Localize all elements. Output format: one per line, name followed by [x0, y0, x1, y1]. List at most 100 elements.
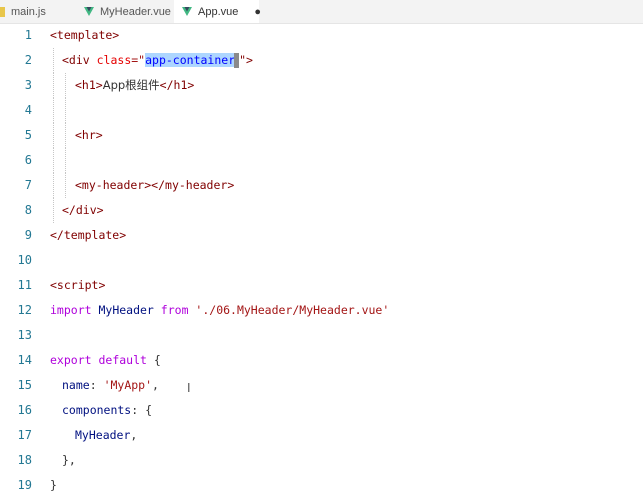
- code-line: 4: [0, 98, 643, 123]
- code-token: App根组件: [102, 78, 160, 92]
- tab-label: MyHeader.vue: [100, 5, 171, 18]
- code-token: <my-header>: [75, 178, 152, 192]
- line-number: 9: [24, 228, 32, 242]
- tab-app-vue[interactable]: App.vue ●: [174, 0, 261, 23]
- code-text: </div>: [62, 198, 104, 223]
- code-text: <template>: [50, 23, 119, 48]
- line-number: 4: [24, 103, 32, 117]
- indent-guide: [53, 123, 54, 148]
- code-token: =": [131, 53, 146, 67]
- code-text: </template>: [50, 223, 126, 248]
- code-token: },: [62, 453, 76, 467]
- code-text: <my-header></my-header>: [75, 173, 234, 198]
- line-number: 1: [24, 28, 32, 42]
- code-token: export: [50, 353, 92, 367]
- code-token: <div: [62, 53, 97, 67]
- code-text: <div class="app-container ">: [62, 48, 253, 73]
- code-token: class: [96, 53, 132, 67]
- mouse-ibeam-cursor-icon: I: [187, 381, 191, 395]
- code-line: 3 <h1>App根组件</h1>: [0, 73, 643, 98]
- line-number: 7: [24, 178, 32, 192]
- code-token: <script>: [50, 278, 106, 292]
- indent-guide: [53, 98, 54, 123]
- code-line: 5 <hr>: [0, 123, 643, 148]
- code-token: </my-header>: [151, 178, 235, 192]
- tab-label: App.vue: [198, 5, 239, 18]
- code-token: }: [50, 478, 57, 492]
- indent-guide: [65, 98, 66, 123]
- indent-guide: [65, 148, 66, 173]
- code-token: from: [160, 303, 189, 317]
- code-token: <hr>: [75, 128, 103, 142]
- line-number: 19: [17, 478, 32, 492]
- js-file-icon: [0, 6, 5, 17]
- line-number: 17: [17, 428, 32, 442]
- code-line: 18 },: [0, 448, 643, 473]
- indent-guide: [65, 73, 66, 98]
- code-token: :: [89, 378, 104, 392]
- code-token: import: [50, 303, 92, 317]
- selected-text: app-container: [145, 53, 236, 67]
- line-number: 5: [24, 128, 32, 142]
- vue-file-icon: [182, 7, 192, 16]
- tab-main-js[interactable]: main.js: [0, 0, 78, 23]
- code-token: default: [91, 353, 147, 367]
- code-token: ">: [239, 53, 253, 67]
- line-number: 13: [17, 328, 32, 342]
- vue-file-icon: [84, 7, 94, 16]
- code-line: 1 <template>: [0, 23, 643, 48]
- code-token: MyHeader: [91, 303, 161, 317]
- code-text: components: {: [62, 398, 152, 423]
- code-line: 14 export default {: [0, 348, 643, 373]
- code-token: ,: [152, 378, 159, 392]
- code-token: </div>: [62, 203, 104, 217]
- code-token: MyHeader: [75, 428, 131, 442]
- code-token: </template>: [50, 228, 127, 242]
- indent-guide: [53, 173, 54, 198]
- code-line: 16 components: {: [0, 398, 643, 423]
- code-line: 19 }: [0, 473, 643, 498]
- code-text: MyHeader,: [75, 423, 137, 448]
- line-number: 18: [17, 453, 32, 467]
- code-token: <h1>: [75, 78, 103, 92]
- code-line: 13: [0, 323, 643, 348]
- code-line: 8 </div>: [0, 198, 643, 223]
- code-token: : {: [131, 403, 153, 417]
- code-line: 17 MyHeader,: [0, 423, 643, 448]
- indent-guide: [65, 123, 66, 148]
- code-text: export default {: [50, 348, 161, 373]
- code-text: name: 'MyApp',: [62, 373, 159, 398]
- code-token: 'MyApp': [103, 378, 153, 392]
- line-number: 6: [24, 153, 32, 167]
- code-line: 15 name: 'MyApp',: [0, 373, 643, 398]
- code-line: 10: [0, 248, 643, 273]
- line-number: 15: [17, 378, 32, 392]
- unsaved-dot-icon[interactable]: ●: [254, 6, 261, 18]
- indent-guide: [53, 198, 54, 223]
- code-token: {: [146, 353, 161, 367]
- indent-guide: [53, 148, 54, 173]
- line-number: 16: [17, 403, 32, 417]
- code-text: <h1>App根组件</h1>: [75, 73, 194, 98]
- code-text: },: [62, 448, 76, 473]
- line-number: 10: [17, 253, 32, 267]
- code-line: 6: [0, 148, 643, 173]
- tab-myheader-vue[interactable]: MyHeader.vue: [78, 0, 174, 23]
- code-token: </h1>: [159, 78, 195, 92]
- code-editor[interactable]: 1 <template> 2 <div class="app-container…: [0, 23, 643, 504]
- code-token: <template>: [50, 28, 120, 42]
- code-token: components: [62, 403, 132, 417]
- code-line: 7 <my-header></my-header>: [0, 173, 643, 198]
- tab-label: main.js: [11, 5, 46, 18]
- code-text: <hr>: [75, 123, 103, 148]
- indent-guide: [53, 73, 54, 98]
- line-number: 3: [24, 78, 32, 92]
- code-line: 11 <script>: [0, 273, 643, 298]
- code-text: <script>: [50, 273, 105, 298]
- code-text: import MyHeader from './06.MyHeader/MyHe…: [50, 298, 389, 323]
- code-line: 12 import MyHeader from './06.MyHeader/M…: [0, 298, 643, 323]
- indent-guide: [65, 173, 66, 198]
- code-token: './06.MyHeader/MyHeader.vue': [188, 303, 390, 317]
- code-line: 2 <div class="app-container ">: [0, 48, 643, 73]
- tab-bar: main.js MyHeader.vue App.vue ●: [0, 0, 643, 24]
